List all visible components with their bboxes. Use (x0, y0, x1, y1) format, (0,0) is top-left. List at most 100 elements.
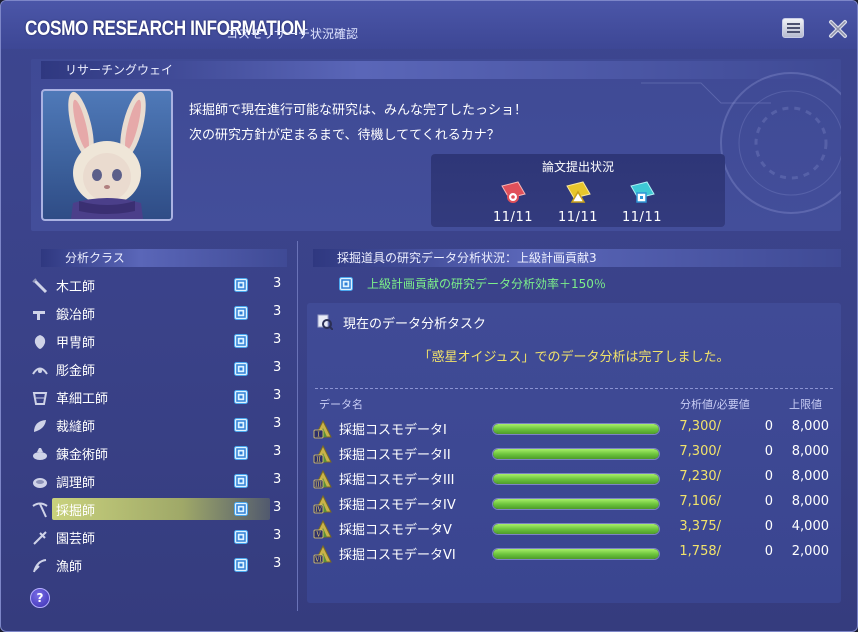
window-subtitle: コスモリサーチ状況確認 (226, 27, 359, 41)
max-value: 8,000 (791, 494, 829, 509)
cosmo-data-icon: II (313, 444, 332, 464)
title-bar: COSMO RESEARCH INFORMATION コスモリサーチ状況確認 (1, 1, 857, 49)
class-row[interactable]: 錬金術師 3 (31, 441, 285, 467)
botanist-icon (33, 531, 47, 545)
analysis-value: 7,300/ (679, 444, 721, 459)
paper-submission-status: 論文提出状況 11/11 11/11 11/11 (431, 154, 725, 227)
class-row[interactable]: 革細工師 3 (31, 385, 285, 411)
data-name: 採掘コスモデータII (339, 448, 451, 463)
class-level: 3 (273, 388, 282, 403)
data-name: 採掘コスモデータV (339, 523, 452, 538)
analysis-progress-bar (492, 473, 660, 485)
close-icon (829, 20, 847, 38)
alchemist-icon (33, 448, 47, 460)
required-value: 0 (764, 519, 773, 534)
cosmo-data-icon: I (313, 419, 332, 439)
research-badge-icon (234, 334, 248, 348)
blacksmith-icon (33, 311, 45, 320)
cosmo-data-icon: IV (313, 494, 332, 514)
table-row: III 採掘コスモデータIII 7,230/0 8,000 (311, 466, 841, 492)
class-level: 3 (273, 556, 282, 571)
panel-divider (297, 241, 298, 611)
class-row[interactable]: 甲冑師 3 (31, 329, 285, 355)
menu-icon (787, 23, 800, 34)
class-row[interactable]: 彫金師 3 (31, 357, 285, 383)
class-row[interactable]: 採掘師 3 (31, 497, 285, 523)
research-badge-icon (234, 418, 248, 432)
class-row[interactable]: 裁縫師 3 (31, 413, 285, 439)
culinarian-icon (33, 478, 47, 488)
class-level: 3 (273, 276, 282, 291)
class-row[interactable]: 園芸師 3 (31, 525, 285, 551)
research-badge-icon (234, 446, 248, 460)
task-message: 「惑星オイジュス」でのデータ分析は完了しました。 (418, 350, 730, 365)
leatherworker-icon (32, 392, 48, 405)
cosmo-data-icon: III (313, 469, 332, 489)
table-row: VI 採掘コスモデータVI 1,758/0 2,000 (311, 541, 841, 567)
class-level: 3 (273, 472, 282, 487)
max-value: 4,000 (791, 519, 829, 534)
class-name: 採掘師 (56, 504, 96, 519)
research-badge-icon (234, 362, 248, 376)
class-name: 漁師 (56, 560, 83, 575)
cosmo-data-icon: VI (313, 544, 332, 564)
col-header-max: 上限値 (789, 398, 822, 411)
class-level: 3 (273, 360, 282, 375)
weaver-icon (34, 420, 46, 432)
required-value: 0 (764, 494, 773, 509)
class-level: 3 (273, 528, 282, 543)
class-row[interactable]: 木工師 3 (31, 273, 285, 299)
required-value: 0 (764, 444, 773, 459)
class-row[interactable]: 調理師 3 (31, 469, 285, 495)
table-row: II 採掘コスモデータII 7,300/0 8,000 (311, 441, 841, 467)
analysis-value: 7,230/ (679, 469, 721, 484)
paper-count: 11/11 (493, 210, 533, 225)
data-name: 採掘コスモデータVI (339, 548, 456, 563)
paper-count: 11/11 (558, 210, 598, 225)
progress-fill (493, 549, 659, 559)
cyan-paper-icon (630, 181, 655, 203)
analysis-progress-bar (492, 448, 660, 460)
analysis-value: 7,106/ (679, 494, 721, 509)
research-window: COSMO RESEARCH INFORMATION コスモリサーチ状況確認 リ… (0, 0, 858, 632)
max-value: 2,000 (791, 544, 829, 559)
avatar (41, 89, 173, 221)
cosmo-data-icon: V (313, 519, 332, 539)
class-level: 3 (273, 444, 282, 459)
data-tier-label: IV (315, 507, 322, 514)
analysis-progress-bar (492, 498, 660, 510)
carpenter-icon (32, 278, 48, 294)
analysis-value: 1,758/ (679, 544, 721, 559)
data-tier-label: VI (314, 557, 322, 564)
research-badge-icon (234, 390, 248, 404)
class-row[interactable]: 漁師 3 (31, 553, 285, 579)
npc-dialogue: 採掘師で現在進行可能な研究は、みんな完了したっショ！ 次の研究方針が定まるまで、… (189, 98, 527, 148)
progress-fill (493, 424, 659, 434)
class-row[interactable]: 鍛冶師 3 (31, 301, 285, 327)
goldsmith-icon (32, 367, 48, 375)
class-name: 錬金術師 (56, 448, 109, 463)
research-badge-icon (234, 530, 248, 544)
progress-fill (493, 524, 659, 534)
analysis-value: 3,375/ (679, 519, 721, 534)
class-level: 3 (273, 500, 282, 515)
class-list-header: 分析クラス (41, 249, 287, 267)
analysis-progress-bar (492, 423, 660, 435)
miner-icon (32, 502, 48, 518)
paper-red: 11/11 (483, 180, 543, 225)
class-name: 鍛冶師 (56, 308, 96, 323)
menu-button[interactable] (782, 18, 804, 38)
class-name: 木工師 (56, 280, 96, 295)
dialogue-line: 採掘師で現在進行可能な研究は、みんな完了したっショ！ (189, 103, 528, 118)
help-button[interactable]: ? (30, 588, 50, 608)
paper-count: 11/11 (622, 210, 662, 225)
efficiency-text: 上級計画貢献の研究データ分析効率＋150％ (367, 277, 606, 291)
class-name: 裁縫師 (56, 420, 96, 435)
progress-fill (493, 449, 659, 459)
research-badge-icon (234, 558, 248, 572)
data-tier-label: V (315, 532, 321, 539)
close-button[interactable] (827, 18, 849, 38)
analysis-progress-bar (492, 523, 660, 535)
analysis-header: 採掘道具の研究データ分析状況：上級計画貢献3 (313, 249, 841, 267)
class-name: 革細工師 (56, 392, 109, 407)
